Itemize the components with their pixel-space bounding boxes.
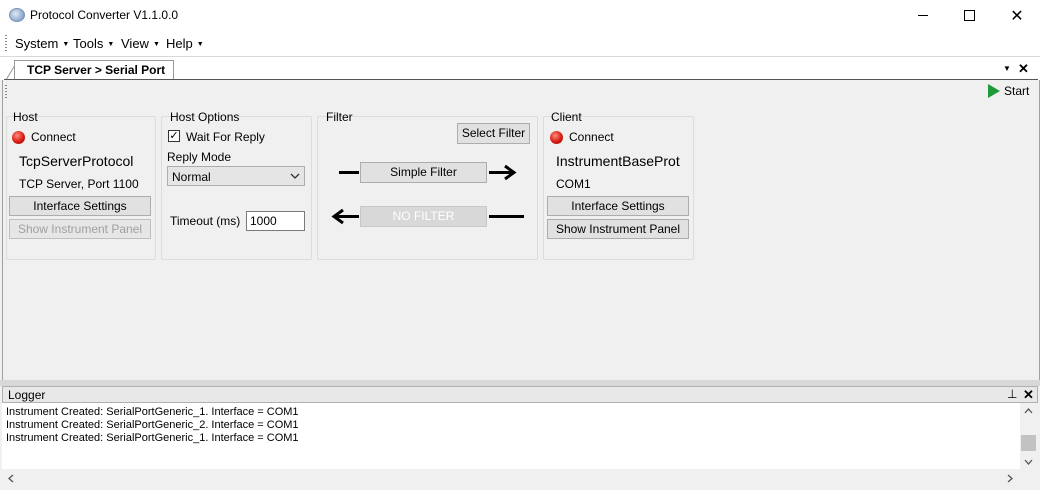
client-show-instrument-panel-button[interactable]: Show Instrument Panel xyxy=(547,219,689,239)
menu-view[interactable]: View ▼ xyxy=(121,36,160,51)
client-protocol-name: InstrumentBaseProt xyxy=(556,153,680,169)
client-interface-settings-button[interactable]: Interface Settings xyxy=(547,196,689,216)
app-icon xyxy=(9,8,25,22)
host-description: TCP Server, Port 1100 xyxy=(19,177,139,191)
reply-mode-select[interactable]: Normal xyxy=(167,166,305,186)
menu-grip xyxy=(5,35,7,52)
client-status-led-icon xyxy=(550,131,563,144)
reply-mode-value: Normal xyxy=(172,170,211,184)
menu-tools[interactable]: Tools ▼ xyxy=(73,36,114,51)
maximize-icon xyxy=(963,10,975,21)
log-line: Instrument Created: SerialPortGeneric_1.… xyxy=(6,406,299,418)
minimize-icon xyxy=(918,15,928,16)
host-group-title: Host xyxy=(13,110,38,124)
chevron-down-icon: ▼ xyxy=(152,41,160,48)
reverse-arrow-tail xyxy=(489,215,524,218)
maximize-button[interactable] xyxy=(946,0,992,31)
filter-group-title: Filter xyxy=(326,110,353,124)
reply-mode-label: Reply Mode xyxy=(167,150,232,164)
timeout-label: Timeout (ms) xyxy=(170,214,241,228)
play-icon xyxy=(988,84,1000,98)
tab-dropdown-icon[interactable]: ▼ xyxy=(1003,64,1011,73)
scroll-thumb[interactable] xyxy=(1021,435,1036,451)
scroll-right-icon[interactable] xyxy=(1007,474,1013,483)
wait-for-reply-checkbox[interactable]: ✓ xyxy=(168,130,180,142)
logger-close-icon[interactable]: ✕ xyxy=(1023,387,1034,403)
simple-filter-button[interactable]: Simple Filter xyxy=(360,162,487,183)
window-title: Protocol Converter V1.1.0.0 xyxy=(30,8,179,22)
client-connect-label[interactable]: Connect xyxy=(569,130,614,144)
scroll-left-icon[interactable] xyxy=(8,474,14,483)
logger-output[interactable]: Instrument Created: SerialPortGeneric_1.… xyxy=(2,403,1022,469)
host-status-led-icon xyxy=(12,131,25,144)
no-filter-button[interactable]: NO FILTER xyxy=(360,206,487,227)
forward-arrow-tail xyxy=(339,171,359,174)
select-filter-button[interactable]: Select Filter xyxy=(457,123,530,144)
pin-icon[interactable]: ⊥ xyxy=(1007,387,1017,401)
log-line: Instrument Created: SerialPortGeneric_2.… xyxy=(6,419,299,431)
toolbar-grip xyxy=(5,85,7,99)
logger-horizontal-scrollbar[interactable] xyxy=(2,469,1020,486)
close-icon: ✕ xyxy=(1010,7,1024,25)
client-group-title: Client xyxy=(551,110,582,124)
chevron-down-icon: ▼ xyxy=(62,41,70,48)
menu-system[interactable]: System ▼ xyxy=(15,36,69,51)
host-protocol-name: TcpServerProtocol xyxy=(19,153,134,169)
host-interface-settings-button[interactable]: Interface Settings xyxy=(9,196,151,216)
host-options-group-title: Host Options xyxy=(170,110,240,124)
right-arrow-icon xyxy=(489,164,517,181)
scroll-down-icon[interactable] xyxy=(1024,459,1033,465)
scroll-up-icon[interactable] xyxy=(1024,408,1033,414)
timeout-input[interactable]: 1000 xyxy=(246,211,305,231)
logger-header: Logger ⊥ ✕ xyxy=(2,386,1038,403)
menu-help[interactable]: Help ▼ xyxy=(166,36,204,51)
chevron-down-icon: ▼ xyxy=(196,41,204,48)
start-button[interactable]: Start xyxy=(988,84,1029,98)
log-line: Instrument Created: SerialPortGeneric_1.… xyxy=(6,432,299,444)
host-connect-label[interactable]: Connect xyxy=(31,130,76,144)
wait-for-reply-label: Wait For Reply xyxy=(186,130,265,144)
close-button[interactable]: ✕ xyxy=(994,0,1040,31)
tab-close-icon[interactable]: ✕ xyxy=(1018,61,1029,77)
checkmark-icon: ✓ xyxy=(169,130,179,142)
logger-vertical-scrollbar[interactable] xyxy=(1020,403,1037,469)
client-port: COM1 xyxy=(556,177,591,191)
logger-title: Logger xyxy=(8,388,46,402)
left-arrow-icon xyxy=(331,208,359,225)
minimize-button[interactable] xyxy=(900,0,946,31)
chevron-down-icon: ▼ xyxy=(107,41,115,48)
tab-tcp-server-serial-port[interactable]: TCP Server > Serial Port xyxy=(14,60,175,80)
host-show-instrument-panel-button[interactable]: Show Instrument Panel xyxy=(9,219,151,239)
chevron-down-icon xyxy=(290,173,300,179)
